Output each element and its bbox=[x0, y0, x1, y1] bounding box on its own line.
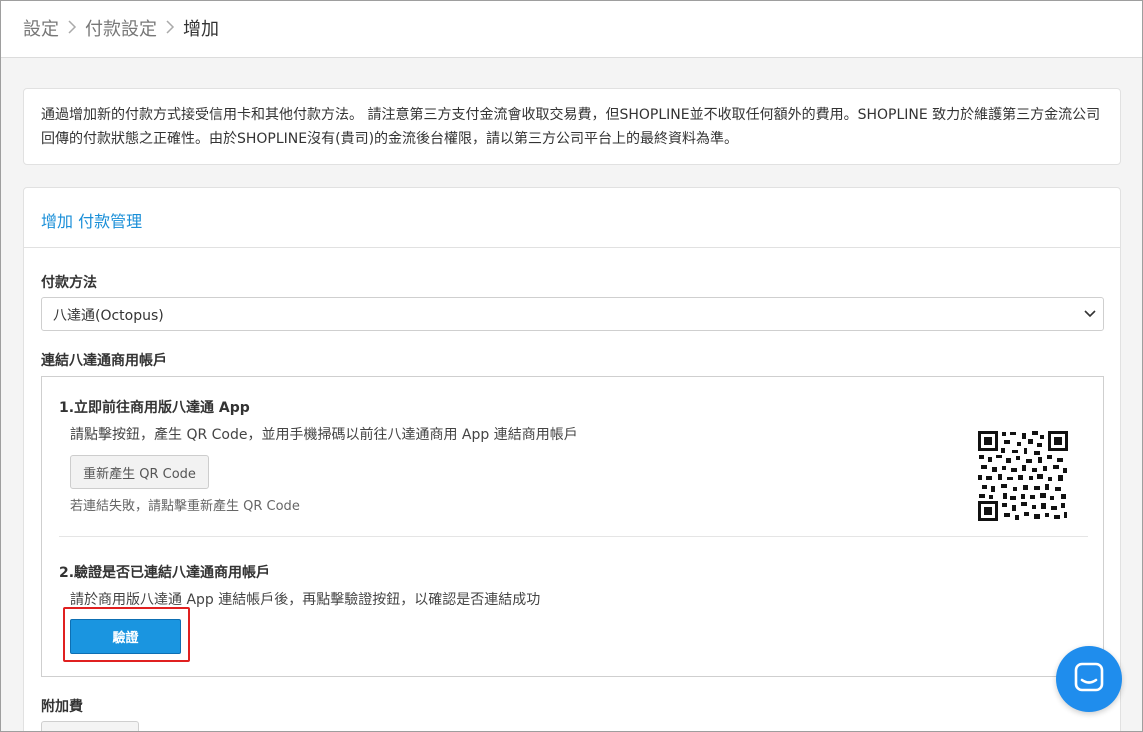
chat-button[interactable] bbox=[1056, 646, 1122, 712]
verify-highlight: 驗證 bbox=[63, 607, 190, 662]
app-frame: 設定 付款設定 增加 通過增加新的付款方式接受信用卡和其他付款方法。 請注意第三… bbox=[0, 0, 1143, 732]
step2-title: 2.驗證是否已連結八達通商用帳戶 bbox=[59, 565, 271, 581]
step2-description: 請於商用版八達通 App 連結帳戶後，再點擊驗證按鈕，以確認是否連結成功 bbox=[70, 592, 541, 608]
extra-fee-select[interactable] bbox=[41, 721, 139, 731]
breadcrumb-item-payment-settings[interactable]: 付款設定 bbox=[85, 15, 157, 41]
chat-icon bbox=[1073, 661, 1105, 697]
regenerate-hint: 若連結失敗，請點擊重新產生 QR Code bbox=[70, 499, 300, 514]
breadcrumb-item-current: 增加 bbox=[183, 19, 219, 40]
breadcrumb: 設定 付款設定 增加 bbox=[23, 15, 219, 41]
notice-box: 通過增加新的付款方式接受信用卡和其他付款方法。 請注意第三方支付金流會收取交易費… bbox=[23, 88, 1121, 165]
chevron-down-icon bbox=[1083, 306, 1097, 320]
payment-method-value: 八達通(Octopus) bbox=[53, 308, 164, 324]
connect-account-label: 連結八達通商用帳戶 bbox=[41, 353, 167, 369]
regenerate-qr-button[interactable]: 重新產生 QR Code bbox=[70, 455, 209, 489]
notice-text: 通過增加新的付款方式接受信用卡和其他付款方法。 請注意第三方支付金流會收取交易費… bbox=[41, 107, 1101, 147]
step1-title: 1.立即前往商用版八達通 App bbox=[59, 400, 250, 416]
connect-account-box: 1.立即前往商用版八達通 App 請點擊按鈕，產生 QR Code，並用手機掃碼… bbox=[41, 376, 1104, 677]
breadcrumb-item-settings[interactable]: 設定 bbox=[23, 15, 59, 41]
chevron-right-icon bbox=[165, 19, 175, 38]
chevron-right-icon bbox=[67, 19, 77, 38]
panel-title: 增加 付款管理 bbox=[24, 188, 1120, 248]
verify-button[interactable]: 驗證 bbox=[70, 619, 181, 654]
payment-method-label: 付款方法 bbox=[41, 275, 97, 291]
extra-fee-label: 附加費 bbox=[41, 699, 83, 715]
step-divider bbox=[59, 536, 1088, 537]
qr-code bbox=[977, 430, 1069, 522]
step1-description: 請點擊按鈕，產生 QR Code，並用手機掃碼以前往八達通商用 App 連結商用… bbox=[70, 427, 578, 443]
payment-method-select[interactable]: 八達通(Octopus) bbox=[41, 297, 1104, 331]
payment-management-panel: 增加 付款管理 付款方法 八達通(Octopus) 連結八達通商用帳戶 1.立即… bbox=[23, 187, 1121, 731]
top-bar: 設定 付款設定 增加 bbox=[1, 1, 1142, 58]
